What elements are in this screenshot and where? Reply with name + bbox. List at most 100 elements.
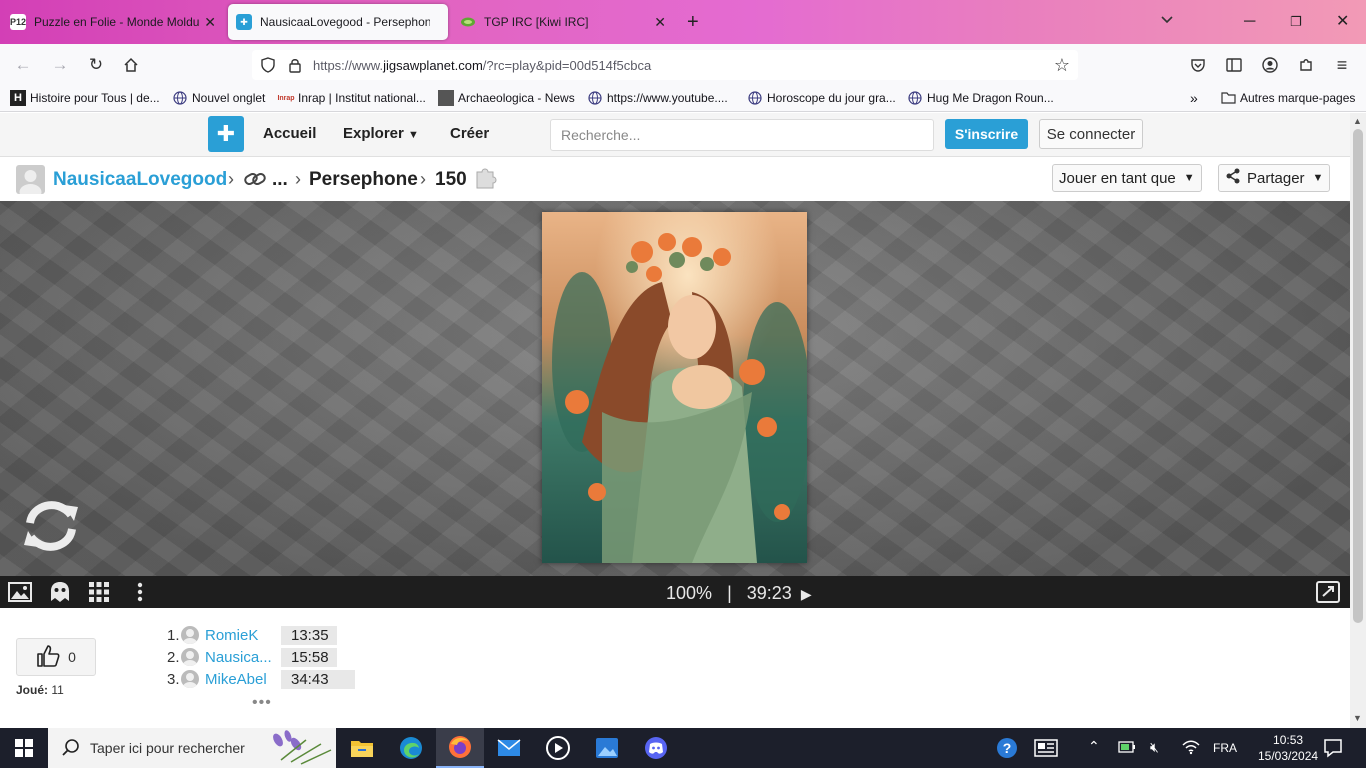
jigsawplanet-logo-icon[interactable]: ✚ bbox=[208, 116, 244, 152]
bookmark-hug-me-dragon[interactable]: Hug Me Dragon Roun... bbox=[907, 90, 1054, 106]
piece-count: 150 bbox=[435, 169, 467, 190]
globe-icon bbox=[172, 90, 188, 106]
new-tab-plus-icon[interactable]: + bbox=[687, 12, 699, 32]
edge-browser-icon[interactable] bbox=[387, 728, 435, 768]
play-as-dropdown[interactable]: Jouer en tant que ▼ bbox=[1052, 164, 1202, 192]
battery-icon[interactable] bbox=[1118, 741, 1136, 756]
like-button[interactable]: 0 bbox=[16, 638, 96, 676]
bookmark-youtube[interactable]: https://www.youtube.... bbox=[587, 90, 728, 106]
news-widget-icon[interactable] bbox=[1034, 739, 1058, 760]
mail-icon[interactable] bbox=[485, 728, 533, 768]
help-icon[interactable]: ? bbox=[996, 737, 1018, 762]
media-player-icon[interactable] bbox=[534, 728, 582, 768]
bookmark-histoire-pour-tous[interactable]: H Histoire pour Tous | de... bbox=[10, 90, 160, 106]
language-indicator[interactable]: FRA bbox=[1213, 741, 1237, 755]
timer: 39:23 bbox=[746, 583, 792, 603]
file-explorer-icon[interactable] bbox=[338, 728, 386, 768]
extensions-puzzle-icon[interactable] bbox=[1295, 54, 1317, 76]
bookmark-label: Horoscope du jour gra... bbox=[767, 91, 896, 105]
tab-nausicaalovegood-persephone[interactable]: ✚ NausicaaLovegood - Persephone bbox=[228, 4, 448, 40]
menu-hamburger-icon[interactable]: ≡ bbox=[1331, 54, 1353, 76]
windows-start-icon[interactable] bbox=[0, 728, 48, 768]
breadcrumb-ellipsis[interactable]: ... bbox=[272, 169, 288, 191]
close-tab-icon[interactable]: ✕ bbox=[654, 14, 666, 31]
scroll-down-arrow-icon[interactable]: ▼ bbox=[1353, 713, 1362, 723]
leaderboard-row: 3. MikeAbel 34:43 bbox=[167, 669, 355, 689]
volume-muted-icon[interactable]: 🔇︎ bbox=[1150, 739, 1159, 756]
minimize-window-icon[interactable]: ─ bbox=[1244, 12, 1255, 32]
play-icon[interactable]: ▶ bbox=[801, 586, 812, 602]
player-name-link[interactable]: MikeAbel bbox=[205, 671, 281, 688]
scroll-thumb[interactable] bbox=[1353, 129, 1363, 623]
tab-tgp-irc[interactable]: TGP IRC [Kiwi IRC] ✕ bbox=[452, 4, 674, 40]
show-hidden-icons-chevron-icon[interactable]: ⌃ bbox=[1088, 738, 1100, 755]
edge-pieces-grid-icon[interactable] bbox=[87, 581, 111, 603]
close-tab-icon[interactable]: ✕ bbox=[204, 14, 216, 31]
nav-accueil[interactable]: Accueil bbox=[263, 125, 316, 142]
wifi-icon[interactable] bbox=[1182, 739, 1200, 758]
signup-button[interactable]: S'inscrire bbox=[945, 119, 1028, 149]
breadcrumb-user-link[interactable]: NausicaaLovegood bbox=[53, 169, 227, 191]
played-count: Joué: 11 bbox=[16, 683, 64, 697]
bookmark-star-icon[interactable]: ☆ bbox=[1054, 55, 1070, 76]
notifications-icon[interactable] bbox=[1323, 738, 1343, 761]
lock-icon[interactable] bbox=[288, 57, 302, 76]
nav-creer[interactable]: Créer bbox=[450, 125, 489, 142]
back-arrow-icon[interactable]: ← bbox=[12, 54, 34, 76]
bookmark-nouvel-onglet[interactable]: Nouvel onglet bbox=[172, 90, 265, 106]
fullscreen-icon[interactable] bbox=[1316, 581, 1340, 603]
puzzle-board[interactable] bbox=[0, 201, 1350, 576]
scroll-up-arrow-icon[interactable]: ▲ bbox=[1353, 116, 1362, 126]
page-scrollbar[interactable]: ▲ ▼ bbox=[1350, 113, 1366, 728]
address-bar[interactable]: https://www.jigsawplanet.com/?rc=play&pi… bbox=[252, 50, 1078, 80]
nav-explorer[interactable]: Explorer ▼ bbox=[343, 125, 419, 142]
close-window-icon[interactable]: ✕ bbox=[1336, 12, 1349, 32]
solve-time: 34:43 bbox=[281, 669, 355, 689]
link-chain-icon[interactable] bbox=[243, 169, 267, 192]
more-bookmarks-chevron-icon[interactable]: » bbox=[1190, 90, 1198, 106]
home-icon[interactable] bbox=[120, 54, 142, 76]
taskbar-search-box[interactable]: Taper ici pour rechercher bbox=[48, 728, 336, 768]
browser-tab-bar: P12 Puzzle en Folie - Monde Moldu ✕ ✚ Na… bbox=[0, 0, 1366, 44]
clock[interactable]: 10:53 15/03/2024 bbox=[1258, 732, 1318, 764]
other-bookmarks-folder[interactable]: Autres marque-pages bbox=[1220, 90, 1355, 106]
persephone-puzzle-image[interactable] bbox=[542, 212, 807, 563]
photos-icon[interactable] bbox=[583, 728, 631, 768]
bookmark-archaeologica[interactable]: Archaeologica - News bbox=[438, 90, 575, 106]
search-input[interactable] bbox=[550, 119, 934, 151]
more-options-icon[interactable] bbox=[128, 581, 152, 603]
bookmarks-toolbar: H Histoire pour Tous | de... Nouvel ongl… bbox=[0, 86, 1366, 112]
avatar[interactable] bbox=[16, 165, 45, 194]
caret-down-icon: ▼ bbox=[1312, 172, 1324, 184]
bookmark-horoscope[interactable]: Horoscope du jour gra... bbox=[747, 90, 896, 106]
leaderboard-row: 1. RomieK 13:35 bbox=[167, 625, 337, 645]
bookmark-inrap[interactable]: Inrap Inrap | Institut national... bbox=[277, 90, 425, 106]
player-name-link[interactable]: Nausica... bbox=[205, 649, 281, 666]
firefox-icon[interactable] bbox=[436, 728, 484, 768]
more-results-ellipsis[interactable]: ••• bbox=[252, 694, 272, 712]
avatar-icon bbox=[181, 626, 199, 644]
puzzle-toolbar: 100% | 39:23 ▶ bbox=[0, 576, 1350, 608]
folder-icon bbox=[1220, 90, 1236, 106]
discord-icon[interactable] bbox=[632, 728, 680, 768]
account-icon[interactable] bbox=[1259, 54, 1281, 76]
player-name-link[interactable]: RomieK bbox=[205, 627, 281, 644]
restore-window-icon[interactable]: ❐ bbox=[1290, 12, 1302, 32]
sidebar-toggle-icon[interactable] bbox=[1223, 54, 1245, 76]
forward-arrow-icon[interactable]: → bbox=[49, 54, 71, 76]
svg-text:?: ? bbox=[1003, 740, 1012, 756]
list-all-tabs-chevron-icon[interactable] bbox=[1160, 12, 1174, 32]
tab-puzzle-en-folie[interactable]: P12 Puzzle en Folie - Monde Moldu ✕ bbox=[2, 4, 224, 40]
tracking-shield-icon[interactable] bbox=[260, 57, 276, 76]
rank: 2. bbox=[167, 648, 180, 666]
shuffle-refresh-icon[interactable] bbox=[20, 497, 82, 555]
login-button[interactable]: Se connecter bbox=[1039, 119, 1143, 149]
image-preview-icon[interactable] bbox=[8, 581, 32, 603]
zoom-level[interactable]: 100% bbox=[666, 583, 712, 603]
pocket-icon[interactable] bbox=[1187, 54, 1209, 76]
solve-time: 13:35 bbox=[281, 625, 337, 645]
share-dropdown[interactable]: Partager ▼ bbox=[1218, 164, 1331, 192]
reload-icon[interactable]: ↻ bbox=[85, 54, 107, 76]
ghost-image-icon[interactable] bbox=[48, 581, 72, 603]
share-icon bbox=[1225, 168, 1241, 188]
